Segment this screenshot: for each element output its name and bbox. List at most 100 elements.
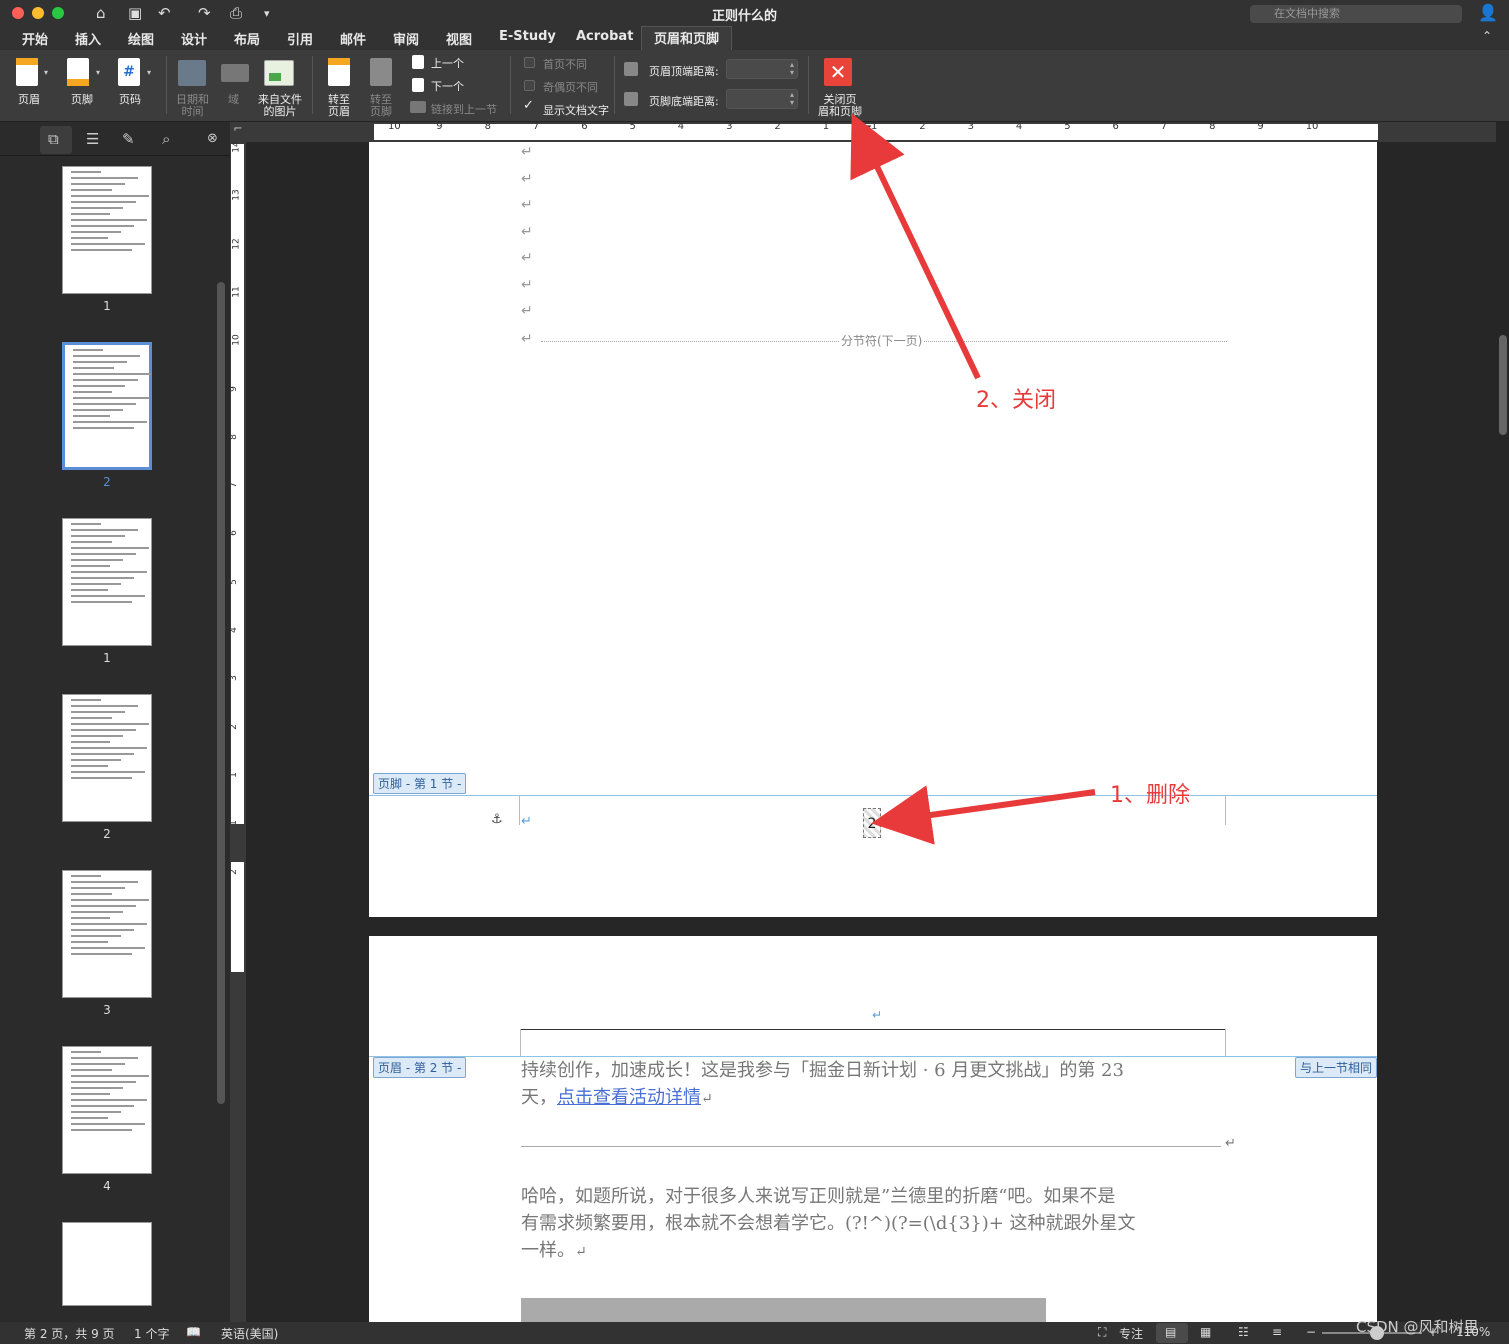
proofing-icon[interactable]: 📖 (186, 1325, 201, 1339)
page-1[interactable]: ↵ ↵ ↵ ↵ ↵ ↵ ↵ ↵ 分节符(下一页) 页脚 - 第 1 节 - ⚓ ↵ 2 (369, 142, 1377, 917)
page-thumbnail[interactable] (62, 342, 152, 470)
close-window-button[interactable] (12, 7, 24, 19)
user-icon[interactable]: 👤 (1478, 3, 1498, 22)
search-icon[interactable]: ⌕ (162, 130, 170, 148)
close-icon[interactable]: ⊗ (207, 131, 218, 146)
header-from-top-input[interactable]: ▴ ▾ (726, 59, 798, 79)
page-number-icon: # (118, 58, 140, 86)
tab-draw[interactable]: 绘图 (128, 29, 154, 48)
customize-toolbar-icon[interactable]: ▾ (264, 7, 270, 20)
thumbnail-text-line (71, 583, 121, 585)
thumbnail-text-line (71, 535, 125, 537)
ruler-tick-label: 6 (581, 121, 588, 132)
print-icon[interactable]: ⎙ (230, 4, 242, 22)
document-scrollbar-track[interactable] (1497, 122, 1509, 1322)
edit-icon[interactable]: ✎ (122, 130, 135, 148)
footer-position-icon (624, 92, 638, 106)
thumbnail-text-line (71, 1117, 108, 1119)
ruler-tick-label: 5 (1064, 121, 1071, 132)
tab-references[interactable]: 引用 (287, 29, 313, 48)
zoom-window-button[interactable] (52, 7, 64, 19)
ruler-tick-label: 2 (774, 121, 781, 132)
web-layout-icon[interactable]: ▦ (1200, 1325, 1211, 1339)
home-icon[interactable]: ⌂ (96, 4, 106, 22)
focus-label[interactable]: 专注 (1119, 1325, 1143, 1342)
thumbnail-text-line (71, 183, 125, 185)
page-number-field[interactable]: 2 (863, 808, 881, 838)
thumbnail-text-line (71, 559, 123, 561)
language-indicator[interactable]: 英语(美国) (221, 1325, 278, 1342)
page-thumbnail[interactable] (62, 166, 152, 294)
tab-home[interactable]: 开始 (22, 29, 48, 48)
word-count[interactable]: 1 个字 (134, 1325, 169, 1342)
footer-from-bottom-input[interactable]: ▴ ▾ (726, 89, 798, 109)
page-thumbnail[interactable] (62, 518, 152, 646)
link-icon (410, 101, 426, 113)
previous-label: 上一个 (431, 57, 464, 70)
focus-icon[interactable]: ⛶ (1098, 1325, 1106, 1340)
thumbnail-scrollbar[interactable] (217, 282, 225, 1104)
stepper-icon[interactable]: ▴ ▾ (790, 61, 794, 77)
thumbnail-text-line (71, 1129, 132, 1131)
thumbnail-text-line (73, 373, 151, 375)
ruler-tick-label: 5 (228, 578, 239, 585)
activity-details-link[interactable]: 点击查看活动详情 (557, 1087, 701, 1108)
thumbnail-text-line (73, 403, 136, 405)
page-thumbnail[interactable] (62, 1222, 152, 1306)
divider (166, 56, 167, 114)
header-from-top-label: 页眉顶端距离: (649, 65, 719, 78)
undo-icon[interactable]: ↶ (158, 4, 171, 22)
tab-header-footer[interactable]: 页眉和页脚 (641, 26, 733, 50)
ruler-tick-label: 2 (228, 868, 239, 875)
tab-mailings[interactable]: 邮件 (340, 29, 366, 48)
print-layout-icon[interactable]: ▤ (1165, 1325, 1176, 1339)
tab-acrobat[interactable]: Acrobat (576, 29, 633, 44)
margin-corner (1225, 1029, 1226, 1056)
thumbnail-text-line (71, 1099, 147, 1101)
zoom-out-icon[interactable]: − (1306, 1325, 1316, 1339)
tab-layout[interactable]: 布局 (234, 29, 260, 48)
document-scrollbar-thumb[interactable] (1499, 335, 1507, 435)
tab-review[interactable]: 审阅 (393, 29, 419, 48)
paragraph-mark: ↵ (521, 331, 533, 347)
different-odd-even-checkbox[interactable] (524, 80, 535, 91)
thumbnail-text-line (73, 349, 103, 351)
page-count[interactable]: 第 2 页，共 9 页 (24, 1325, 115, 1342)
outline-view-icon[interactable]: ☷ (1238, 1325, 1249, 1339)
page-thumbnail[interactable] (62, 870, 152, 998)
tab-design[interactable]: 设计 (181, 29, 207, 48)
show-document-text-checkbox[interactable]: ✓ (523, 98, 534, 113)
thumbnail-text-line (71, 1111, 121, 1113)
tab-insert[interactable]: 插入 (75, 29, 101, 48)
ruler-tick-label: 10 (1305, 121, 1319, 132)
paragraph-mark: ↵ (575, 1244, 587, 1260)
thumbnail-text-line (71, 717, 112, 719)
collapse-ribbon-icon[interactable]: ⌃ (1482, 29, 1492, 43)
different-first-page-checkbox[interactable] (524, 57, 535, 68)
next-label: 下一个 (431, 80, 464, 93)
thumbnail-text-line (71, 189, 112, 191)
thumbnail-text-line (71, 1093, 110, 1095)
tab-stop-icon[interactable]: ⌐ (230, 122, 246, 140)
body-paragraph-2: 哈哈，如题所说，对于很多人来说写正则就是”兰德里的折磨“吧。如果不是 有需求频繁… (521, 1183, 1221, 1266)
goto-header-icon (328, 58, 350, 86)
embedded-image[interactable] (521, 1298, 1046, 1322)
thumbnail-text-line (71, 723, 149, 725)
page-2[interactable]: ↵ 页眉 - 第 2 节 - 与上一节相同 持续创作，加速成长！这是我参与「掘金… (369, 936, 1377, 1322)
stepper-icon[interactable]: ▴ ▾ (790, 91, 794, 107)
draft-view-icon[interactable]: ≡ (1272, 1325, 1282, 1339)
tab-estudy[interactable]: E-Study (499, 29, 556, 44)
page-thumbnail[interactable] (62, 694, 152, 822)
save-icon[interactable]: ▣ (128, 4, 142, 22)
divider (808, 56, 809, 114)
thumbnails-icon[interactable]: ⧉ (48, 130, 59, 148)
outline-icon[interactable]: ☰ (86, 130, 99, 148)
thumbnail-text-line (71, 905, 136, 907)
redo-icon[interactable]: ↷ (198, 4, 211, 22)
paragraph-mark: ↵ (1225, 1136, 1236, 1151)
search-input[interactable]: 在文档中搜索 (1250, 5, 1462, 23)
different-first-page-label: 首页不同 (543, 58, 587, 71)
tab-view[interactable]: 视图 (446, 29, 472, 48)
minimize-window-button[interactable] (32, 7, 44, 19)
page-thumbnail[interactable] (62, 1046, 152, 1174)
